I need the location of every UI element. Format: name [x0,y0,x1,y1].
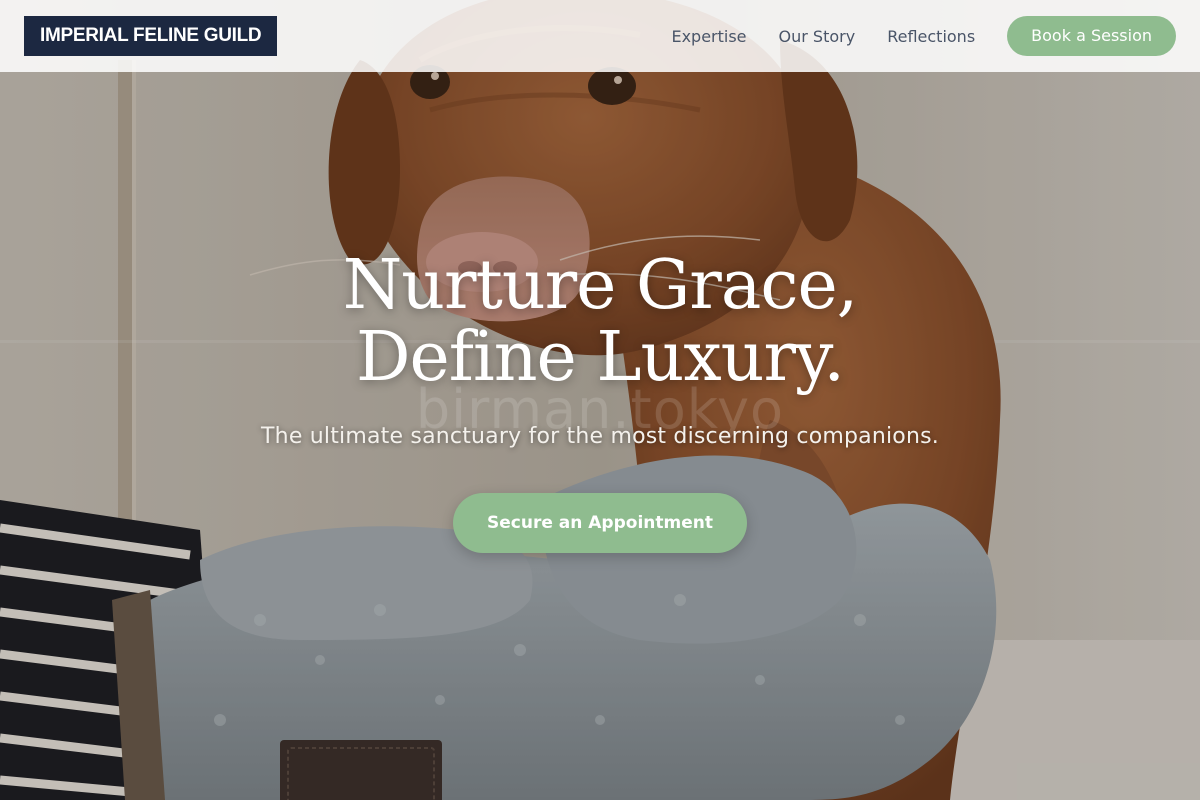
book-session-button[interactable]: Book a Session [1007,16,1176,56]
secure-appointment-button[interactable]: Secure an Appointment [453,493,747,553]
hero-section: IMPERIAL FELINE GUILD Expertise Our Stor… [0,0,1200,800]
hero-title-line-1: Nurture Grace, [342,246,859,325]
hero-title: Nurture Grace, Define Luxury. [0,250,1200,394]
brand-logo[interactable]: IMPERIAL FELINE GUILD [24,16,278,56]
nav-link-expertise[interactable]: Expertise [671,27,746,46]
hero-content: Nurture Grace, Define Luxury. The ultima… [0,250,1200,553]
nav-link-our-story[interactable]: Our Story [779,27,856,46]
site-header: IMPERIAL FELINE GUILD Expertise Our Stor… [0,0,1200,72]
main-nav: Expertise Our Story Reflections Book a S… [671,16,1176,56]
hero-subtitle: The ultimate sanctuary for the most disc… [261,424,939,449]
hero-title-line-2: Define Luxury. [356,318,845,397]
nav-link-reflections[interactable]: Reflections [887,27,975,46]
